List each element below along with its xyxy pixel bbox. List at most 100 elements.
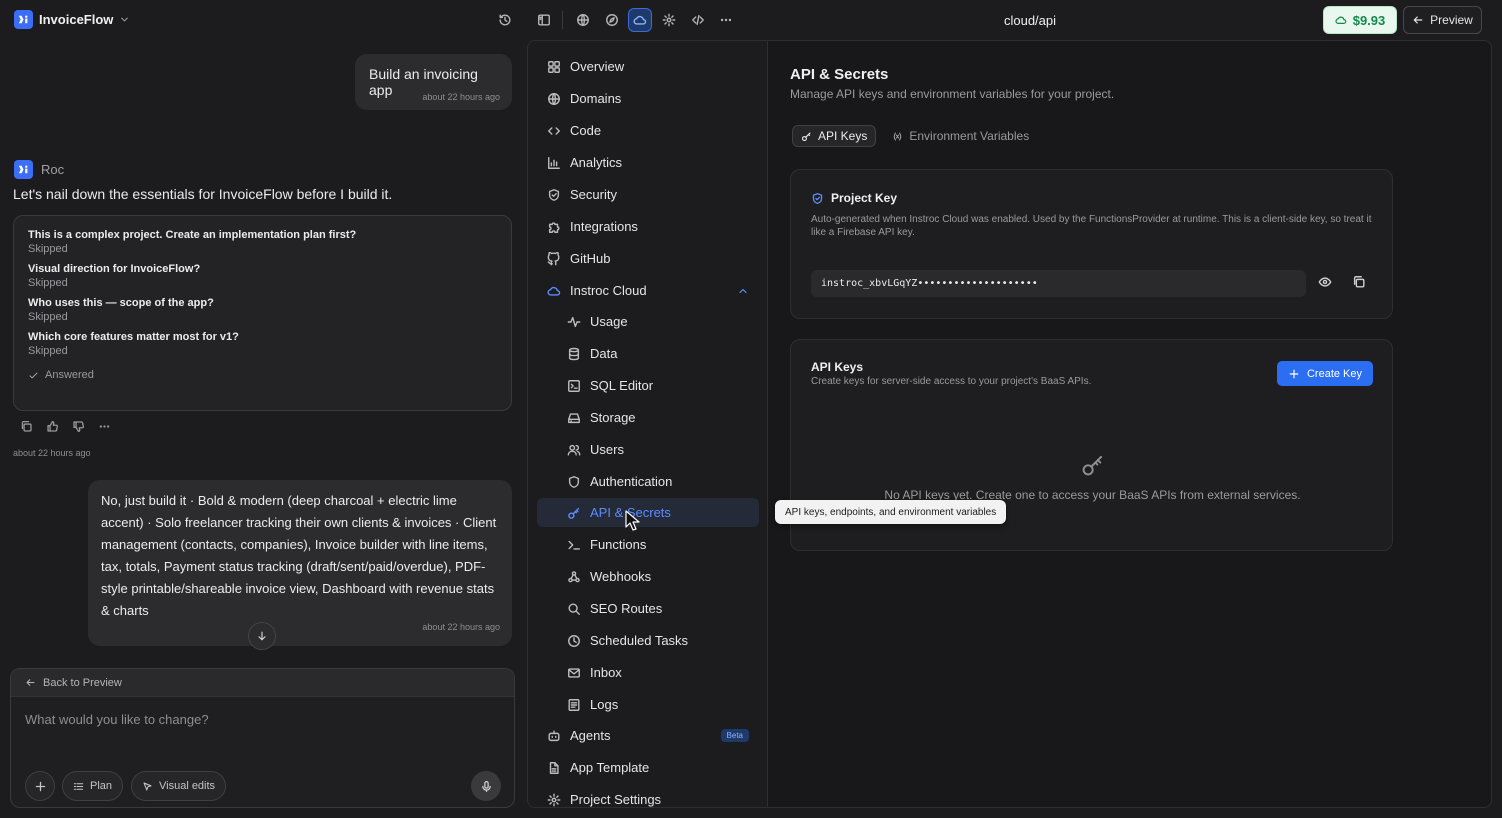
project-switcher[interactable]: InvoiceFlow <box>14 10 130 29</box>
visual-edits-button[interactable]: Visual edits <box>131 771 227 801</box>
sidebar-item-users[interactable]: Users <box>557 435 759 464</box>
scroll-down-button[interactable] <box>248 622 276 650</box>
sidebar-item-api-secrets[interactable]: API & Secrets <box>537 498 759 527</box>
code-icon[interactable] <box>686 8 710 32</box>
sidebar-item-integrations[interactable]: Integrations <box>537 212 759 241</box>
plan-button[interactable]: Plan <box>62 771 124 801</box>
webhook-icon <box>568 570 580 582</box>
plus-icon <box>1289 369 1299 378</box>
sidebar-item-app-template[interactable]: App Template <box>537 753 759 782</box>
copy-icon[interactable] <box>1352 275 1366 289</box>
tab-label: API Keys <box>818 129 868 143</box>
assistant-header: Roc <box>14 160 64 179</box>
settings-icon[interactable] <box>657 8 681 32</box>
project-key-field[interactable]: instroc_xbvLGqYZ•••••••••••••••••••• <box>811 270 1306 297</box>
code-icon <box>548 126 560 135</box>
credit-amount: $9.93 <box>1352 12 1386 28</box>
sidebar-toggle-icon[interactable] <box>532 8 556 32</box>
microphone-icon <box>481 780 491 792</box>
thumbs-down-icon[interactable] <box>72 420 85 433</box>
mail-icon <box>568 667 580 678</box>
sidebar-item-label: Overview <box>570 59 625 74</box>
chevron-down-icon <box>119 14 130 25</box>
more-icon[interactable] <box>98 420 111 433</box>
sidebar-item-label: Authentication <box>590 474 673 489</box>
globe-icon[interactable] <box>571 8 595 32</box>
sidebar-item-label: Code <box>570 123 602 138</box>
thumbs-up-icon[interactable] <box>46 420 59 433</box>
question-status: Skipped <box>28 345 68 357</box>
project-key-title: Project Key <box>831 191 898 205</box>
question-title: Which core features matter most for v1? <box>28 331 239 343</box>
questions-card: This is a complex project. Create an imp… <box>13 215 512 411</box>
credit-balance-button[interactable]: $9.93 <box>1323 6 1397 34</box>
microphone-button[interactable] <box>471 771 501 801</box>
question-status: Skipped <box>28 243 68 255</box>
message-input[interactable]: What would you like to change? <box>25 712 209 727</box>
question-item: Visual direction for InvoiceFlow? Skippe… <box>28 263 497 289</box>
question-item: This is a complex project. Create an imp… <box>28 229 497 255</box>
cloud-icon <box>547 286 561 296</box>
sidebar-item-label: App Template <box>570 760 650 775</box>
sidebar-item-project-settings[interactable]: Project Settings <box>537 785 759 807</box>
create-key-label: Create Key <box>1306 367 1363 380</box>
toolbar-divider <box>562 11 563 29</box>
users-icon <box>567 444 581 456</box>
sidebar-item-functions[interactable]: Functions <box>557 530 759 559</box>
tab-api-keys[interactable]: API Keys <box>792 125 877 147</box>
api-secrets-content: API & Secrets Manage API keys and enviro… <box>790 41 1490 807</box>
sidebar-item-webhooks[interactable]: Webhooks <box>557 562 759 591</box>
sidebar-item-label: Project Settings <box>570 792 662 807</box>
project-key-header: Project Key <box>811 191 897 205</box>
check-icon <box>28 370 39 381</box>
sidebar-item-security[interactable]: Security <box>537 180 759 209</box>
search-icon <box>568 602 580 615</box>
sidebar-item-overview[interactable]: Overview <box>537 52 759 81</box>
cloud-icon[interactable] <box>628 8 652 32</box>
key-icon <box>1080 452 1106 478</box>
sidebar-item-github[interactable]: GitHub <box>537 244 759 273</box>
sidebar-item-data[interactable]: Data <box>557 339 759 368</box>
top-bar: InvoiceFlow cloud/api $9.93 Preview <box>0 0 1502 40</box>
chat-panel: Build an invoicing app about 22 hours ag… <box>0 40 527 818</box>
tab-environment-variables[interactable]: Environment Variables <box>884 125 1037 147</box>
sidebar-item-instroc-cloud[interactable]: Instroc Cloud <box>537 276 759 305</box>
assistant-message: Let's nail down the essentials for Invoi… <box>13 186 393 202</box>
sidebar-item-code[interactable]: Code <box>537 116 759 145</box>
eye-icon[interactable] <box>1318 275 1332 289</box>
plan-label: Plan <box>90 780 113 792</box>
create-key-button[interactable]: Create Key <box>1277 361 1373 386</box>
sidebar-item-domains[interactable]: Domains <box>537 84 759 113</box>
attach-button[interactable] <box>25 771 55 801</box>
more-icon[interactable] <box>714 8 738 32</box>
sidebar-item-label: Data <box>590 346 618 361</box>
project-key-description: Auto-generated when Instroc Cloud was en… <box>811 214 1372 238</box>
history-icon[interactable] <box>493 8 517 32</box>
sidebar-item-agents[interactable]: Agents Beta <box>537 721 759 750</box>
sidebar-item-seo-routes[interactable]: SEO Routes <box>557 594 759 623</box>
sidebar-item-sql-editor[interactable]: SQL Editor <box>557 371 759 400</box>
sidebar-item-inbox[interactable]: Inbox <box>557 658 759 687</box>
sidebar-item-scheduled-tasks[interactable]: Scheduled Tasks <box>557 626 759 655</box>
compass-icon[interactable] <box>600 8 624 32</box>
page-title: API & Secrets <box>790 66 889 83</box>
back-to-preview-link[interactable]: Back to Preview <box>11 669 514 697</box>
shield-check-icon <box>812 192 823 204</box>
tab-label: Environment Variables <box>909 129 1030 143</box>
preview-button[interactable]: Preview <box>1403 6 1482 34</box>
mouse-cursor-icon <box>625 510 641 532</box>
composer: Back to Preview What would you like to c… <box>10 668 515 808</box>
sidebar-item-label: Usage <box>590 314 628 329</box>
sidebar-item-logs[interactable]: Logs <box>557 690 759 719</box>
assistant-timestamp: about 22 hours ago <box>13 448 91 458</box>
sidebar-item-analytics[interactable]: Analytics <box>537 148 759 177</box>
sidebar-item-usage[interactable]: Usage <box>557 307 759 336</box>
key-icon <box>568 507 580 519</box>
copy-icon[interactable] <box>20 420 33 433</box>
activity-icon <box>567 316 581 327</box>
answered-status: Answered <box>28 369 497 381</box>
sidebar-item-storage[interactable]: Storage <box>557 403 759 432</box>
sidebar-item-authentication[interactable]: Authentication <box>557 467 759 496</box>
api-keys-description: Create keys for server-side access to yo… <box>811 376 1092 387</box>
back-label: Back to Preview <box>43 676 122 689</box>
